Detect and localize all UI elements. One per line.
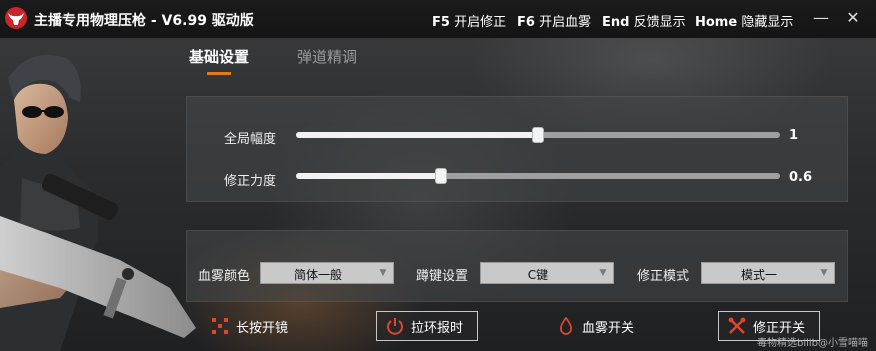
long-press-scope-button[interactable]: 长按开镜	[210, 311, 288, 341]
slider-label-correction-strength: 修正力度	[224, 174, 277, 189]
pull-ring-timer-button[interactable]: 拉环报时	[376, 311, 478, 341]
correction-mode-value: 模式一	[740, 268, 777, 282]
hotkey-f5-hint: F5 开启修正	[432, 15, 507, 30]
blood-drop-icon	[556, 316, 576, 336]
hotkey-home-hint: Home 隐藏显示	[695, 15, 794, 30]
correction-strength-handle[interactable]	[435, 168, 448, 184]
blood-mist-toggle-label: 血雾开关	[582, 320, 635, 336]
pull-ring-timer-label: 拉环报时	[411, 320, 464, 336]
power-icon	[385, 316, 405, 336]
chevron-down-icon: ▼	[379, 268, 387, 278]
global-amplitude-handle[interactable]	[532, 127, 544, 143]
select-label-correction-mode: 修正模式	[637, 269, 690, 284]
select-label-blood-color: 血雾颜色	[198, 269, 251, 284]
blood-color-value: 简体一般	[293, 268, 342, 282]
app-title: 主播专用物理压枪 - V6.99 驱动版	[34, 13, 254, 29]
tab-basic-settings[interactable]: 基础设置	[189, 46, 249, 67]
wrench-cross-icon	[727, 316, 747, 336]
global-amplitude-fill	[296, 132, 538, 138]
active-tab-indicator	[207, 72, 231, 75]
soldier-illustration	[0, 54, 196, 351]
close-button[interactable]: ✕	[840, 6, 866, 30]
correction-strength-value: 0.6	[789, 170, 813, 185]
global-amplitude-value: 1	[789, 128, 799, 143]
crouch-key-select[interactable]: C键 ▼	[480, 262, 614, 284]
select-label-crouch-key: 蹲键设置	[416, 269, 469, 284]
chevron-down-icon: ▼	[599, 268, 607, 278]
slider-panel	[186, 96, 848, 202]
correction-strength-fill	[296, 173, 442, 179]
correction-strength-track[interactable]	[296, 168, 780, 184]
slider-label-global-amplitude: 全局幅度	[224, 132, 277, 147]
minimize-button[interactable]: —	[808, 6, 834, 30]
crosshair-icon	[210, 316, 230, 336]
hotkey-end-hint: End 反馈显示	[602, 15, 686, 30]
global-amplitude-track[interactable]	[296, 127, 780, 143]
hotkey-f6-hint: F6 开启血雾	[517, 15, 592, 30]
blood-mist-toggle-button[interactable]: 血雾开关	[556, 311, 634, 341]
bull-logo-icon	[5, 7, 27, 29]
crouch-key-value: C键	[527, 268, 549, 282]
chevron-down-icon: ▼	[820, 268, 828, 278]
long-press-scope-label: 长按开镜	[236, 320, 289, 336]
title-bar: 主播专用物理压枪 - V6.99 驱动版 F5 开启修正 F6 开启血雾 End…	[0, 0, 876, 38]
correction-toggle-label: 修正开关	[753, 320, 806, 336]
watermark-text: 毒物精选bilib@小雪喵喵	[756, 338, 868, 349]
tab-trajectory-tuning[interactable]: 弹道精调	[297, 46, 357, 67]
blood-color-select[interactable]: 简体一般 ▼	[260, 262, 394, 284]
correction-mode-select[interactable]: 模式一 ▼	[701, 262, 835, 284]
